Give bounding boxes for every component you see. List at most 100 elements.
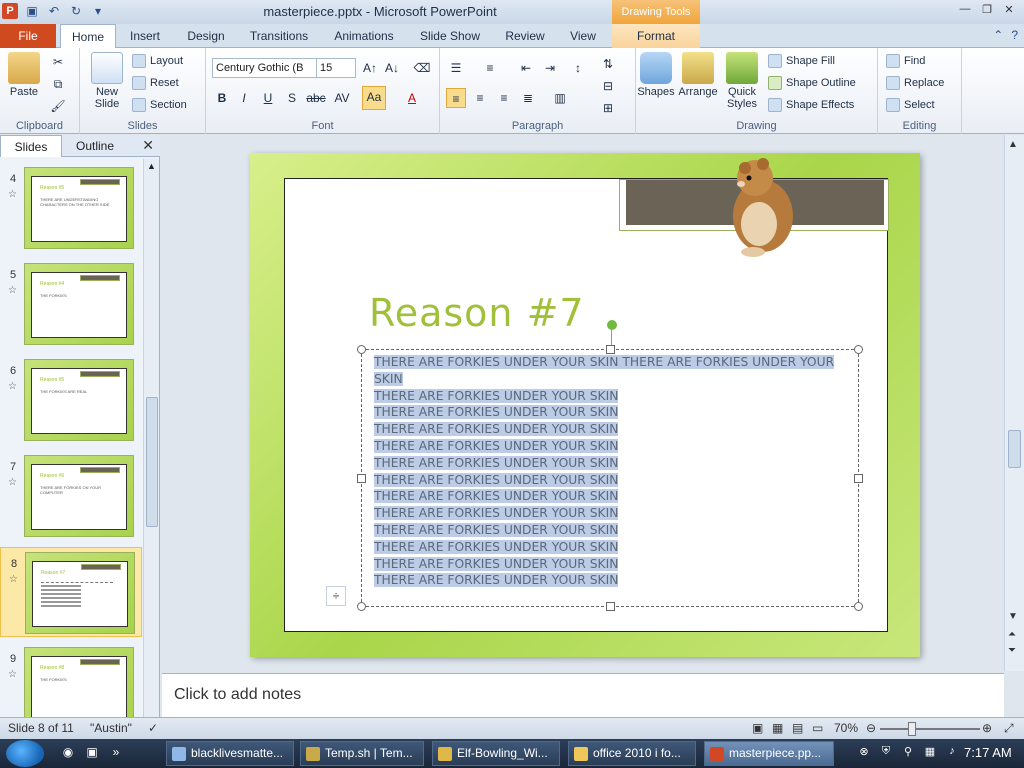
taskbar-item[interactable]: blacklivesmatte... xyxy=(166,741,294,766)
resize-handle[interactable] xyxy=(854,602,863,611)
previous-slide-icon[interactable]: ⏶ xyxy=(1008,629,1016,640)
shape-fill-button[interactable]: Shape Fill xyxy=(768,54,835,68)
tab-home[interactable]: Home xyxy=(60,24,116,49)
slide-title[interactable]: Reason #7 xyxy=(369,291,585,335)
cut-icon[interactable]: ✂ xyxy=(48,52,68,72)
zoom-slider-knob[interactable] xyxy=(908,722,916,736)
restore-icon[interactable]: ❐ xyxy=(978,3,996,19)
scroll-down-icon[interactable]: ▼ xyxy=(1008,611,1018,622)
format-painter-icon[interactable]: 🖌 xyxy=(48,96,68,116)
italic-icon[interactable]: I xyxy=(234,88,254,108)
more-icon[interactable]: » xyxy=(108,745,124,761)
spell-check-icon[interactable]: ✓ xyxy=(148,721,158,735)
notes-pane[interactable]: Click to add notes xyxy=(162,673,1004,717)
tab-outline-panel[interactable]: Outline xyxy=(64,135,126,157)
minimize-icon[interactable]: — xyxy=(956,3,974,19)
slide-canvas[interactable]: Reason #7 THERE ARE FORKIES UNDER YOUR S… xyxy=(250,153,920,657)
taskbar-item[interactable]: Elf-Bowling_Wi... xyxy=(432,741,560,766)
fit-slide-icon[interactable]: ⤢ xyxy=(1004,721,1014,736)
tab-insert[interactable]: Insert xyxy=(120,24,170,48)
reading-view-icon[interactable]: ▤ xyxy=(792,721,803,735)
character-spacing-icon[interactable]: AV xyxy=(332,88,352,108)
antivirus-icon[interactable]: ⊗ xyxy=(856,745,872,761)
layout-button[interactable]: Layout xyxy=(132,54,183,68)
tab-animations[interactable]: Animations xyxy=(328,24,400,48)
slide-thumbnail[interactable]: 9 ☆ Reason #8 THE FORKIES xyxy=(0,643,142,717)
grow-font-icon[interactable]: A↑ xyxy=(360,58,380,78)
bullets-icon[interactable]: ☰ xyxy=(446,58,466,78)
select-button[interactable]: Select xyxy=(886,98,935,112)
slide-thumbnail[interactable]: 7 ☆ Reason #6 THERE ARE FORKIES ON YOUR C… xyxy=(0,451,142,541)
undo-icon[interactable]: ↶ xyxy=(46,3,62,19)
resize-handle[interactable] xyxy=(854,474,863,483)
find-button[interactable]: Find xyxy=(886,54,925,68)
smartart-icon[interactable]: ⊞ xyxy=(598,98,618,118)
resize-handle[interactable] xyxy=(357,474,366,483)
slide-scrollbar[interactable]: ▲ ▼ ⏶ ⏷ xyxy=(1004,135,1024,671)
shadow-icon[interactable]: S xyxy=(282,88,302,108)
tab-view[interactable]: View xyxy=(562,24,604,48)
panel-scrollbar[interactable]: ▲ xyxy=(143,159,159,717)
resize-handle[interactable] xyxy=(606,345,615,354)
clock[interactable]: 7:17 AM xyxy=(964,745,1012,760)
slide-scroll-thumb[interactable] xyxy=(1008,430,1021,468)
close-icon[interactable]: ✕ xyxy=(1000,3,1018,19)
underline-icon[interactable]: U xyxy=(258,88,278,108)
arrange-button[interactable]: Arrange xyxy=(676,52,720,98)
panel-scroll-thumb[interactable] xyxy=(146,397,158,527)
align-left-icon[interactable]: ≡ xyxy=(446,88,466,108)
next-slide-icon[interactable]: ⏷ xyxy=(1008,645,1016,656)
new-slide-button[interactable]: New Slide xyxy=(86,52,128,110)
tab-slide-show[interactable]: Slide Show xyxy=(414,24,486,48)
zoom-out-icon[interactable]: ⊖ xyxy=(866,721,876,735)
quick-styles-button[interactable]: Quick Styles xyxy=(720,52,764,110)
autofit-options-icon[interactable]: ÷ xyxy=(326,586,346,606)
change-case-icon[interactable]: Aa xyxy=(362,86,386,110)
slide-thumbnail-selected[interactable]: 8 ☆ Reason #7 xyxy=(0,547,142,637)
scroll-up-icon[interactable]: ▲ xyxy=(147,161,156,171)
font-color-icon[interactable]: A xyxy=(402,88,422,108)
copy-icon[interactable]: ⧉ xyxy=(48,74,68,94)
slide-thumbnail[interactable]: 4 ☆ Reason #5 THERE ARE UNDERSTANDING CHA… xyxy=(0,163,142,253)
redo-icon[interactable]: ↻ xyxy=(68,3,84,19)
slide-thumbnail[interactable]: 5 ☆ Reason #4 THE FORKIES xyxy=(0,259,142,349)
scroll-up-icon[interactable]: ▲ xyxy=(1008,139,1018,150)
tab-format[interactable]: Format xyxy=(612,24,700,48)
customize-qat-icon[interactable]: ▾ xyxy=(90,3,106,19)
resize-handle[interactable] xyxy=(357,602,366,611)
columns-icon[interactable]: ▥ xyxy=(550,88,570,108)
numbering-icon[interactable]: ≡ xyxy=(480,58,500,78)
taskbar-item[interactable]: Temp.sh | Tem... xyxy=(300,741,424,766)
strikethrough-icon[interactable]: abc xyxy=(306,88,326,108)
start-button[interactable] xyxy=(6,740,44,767)
close-panel-icon[interactable]: ✕ xyxy=(142,137,154,154)
zoom-slider[interactable] xyxy=(880,728,980,730)
justify-icon[interactable]: ≣ xyxy=(518,88,538,108)
minimize-ribbon-icon[interactable]: ⌃ xyxy=(993,28,1003,42)
resize-handle[interactable] xyxy=(357,345,366,354)
browser-icon[interactable]: ◉ xyxy=(60,745,76,761)
decrease-indent-icon[interactable]: ⇤ xyxy=(516,58,536,78)
slide-thumbnail[interactable]: 6 ☆ Reason #5 THE FORKIES ARE REAL xyxy=(0,355,142,445)
shapes-button[interactable]: Shapes xyxy=(636,52,676,98)
align-center-icon[interactable]: ≡ xyxy=(470,88,490,108)
save-icon[interactable]: ▣ xyxy=(24,3,40,19)
text-direction-icon[interactable]: ⇅ xyxy=(598,54,618,74)
align-text-icon[interactable]: ⊟ xyxy=(598,76,618,96)
tab-review[interactable]: Review xyxy=(500,24,550,48)
slide-sorter-view-icon[interactable]: ▦ xyxy=(772,721,783,735)
font-size-box[interactable]: 15 xyxy=(316,58,356,78)
desktop-icon[interactable]: ▣ xyxy=(84,745,100,761)
reset-button[interactable]: Reset xyxy=(132,76,179,90)
paste-button[interactable]: Paste xyxy=(4,52,44,98)
search-icon[interactable]: ⚲ xyxy=(900,745,916,761)
zoom-in-icon[interactable]: ⊕ xyxy=(982,721,992,735)
tab-slides-panel[interactable]: Slides xyxy=(0,135,62,157)
bold-icon[interactable]: B xyxy=(212,88,232,108)
section-button[interactable]: Section xyxy=(132,98,187,112)
line-spacing-icon[interactable]: ↕ xyxy=(568,58,588,78)
zoom-level[interactable]: 70% xyxy=(834,721,858,735)
align-right-icon[interactable]: ≡ xyxy=(494,88,514,108)
resize-handle[interactable] xyxy=(606,602,615,611)
normal-view-icon[interactable]: ▣ xyxy=(752,721,763,735)
